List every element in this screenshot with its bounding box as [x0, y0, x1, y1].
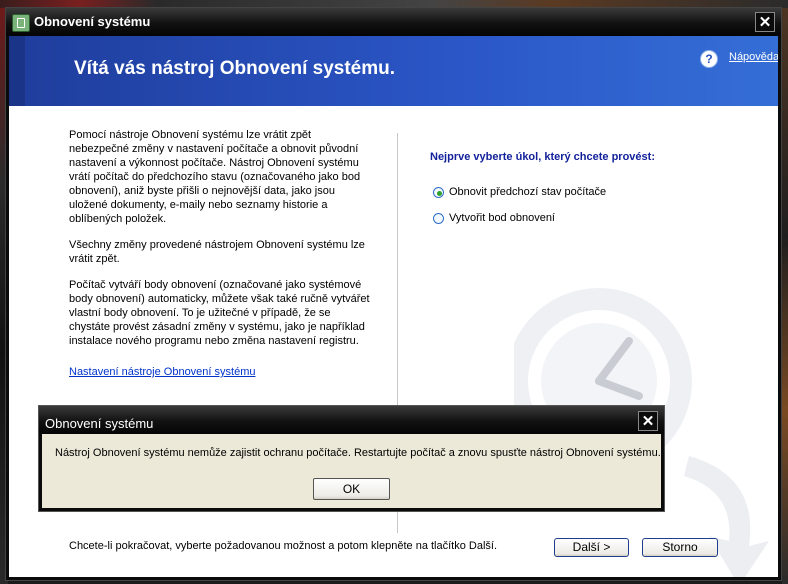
close-icon: ✕: [641, 413, 655, 430]
help-icon[interactable]: ?: [700, 50, 718, 68]
task-heading: Nejprve vyberte úkol, který chcete prové…: [430, 151, 655, 163]
window-titlebar[interactable]: Obnovení systému ✕: [6, 8, 781, 36]
close-icon: ✕: [758, 14, 772, 31]
next-button[interactable]: Další >: [554, 538, 629, 557]
description-paragraph: Pomocí nástroje Obnovení systému lze vrá…: [69, 129, 361, 225]
ok-button[interactable]: OK: [313, 478, 390, 500]
header-banner: Vítá vás nástroj Obnovení systému. ? Náp…: [9, 36, 778, 106]
dialog-titlebar[interactable]: Obnovení systému ✕: [39, 406, 664, 434]
settings-link[interactable]: Nastavení nástroje Obnovení systému: [69, 366, 255, 378]
help-link[interactable]: Nápověda: [729, 51, 778, 63]
description-panel: Pomocí nástroje Obnovení systému lze vrá…: [69, 128, 374, 360]
header-accent-bar: [9, 36, 25, 106]
window-title: Obnovení systému: [34, 14, 151, 29]
radio-restore[interactable]: [433, 187, 444, 198]
error-dialog: Obnovení systému ✕ Nástroj Obnovení syst…: [38, 405, 665, 512]
dialog-close-button[interactable]: ✕: [638, 411, 658, 431]
option-create-point-label[interactable]: Vytvořit bod obnovení: [449, 212, 555, 224]
desktop-background-right: [782, 8, 788, 584]
radio-create-point[interactable]: [433, 213, 444, 224]
page-title: Vítá vás nástroj Obnovení systému.: [74, 58, 395, 79]
dialog-title: Obnovení systému: [45, 416, 154, 431]
window-close-button[interactable]: ✕: [755, 12, 775, 32]
description-paragraph: Všechny změny provedené nástrojem Obnove…: [69, 239, 365, 265]
system-restore-icon: [12, 14, 30, 32]
description-paragraph: Počítač vytváří body obnovení (označovan…: [69, 279, 370, 347]
dialog-body: Nástroj Obnovení systému nemůže zajistit…: [42, 434, 661, 508]
footer-instruction: Chcete-li pokračovat, vyberte požadovano…: [69, 540, 498, 552]
dialog-message: Nástroj Obnovení systému nemůže zajistit…: [55, 447, 661, 459]
option-restore-label[interactable]: Obnovit předchozí stav počítače: [449, 186, 606, 198]
cancel-button[interactable]: Storno: [642, 538, 718, 557]
